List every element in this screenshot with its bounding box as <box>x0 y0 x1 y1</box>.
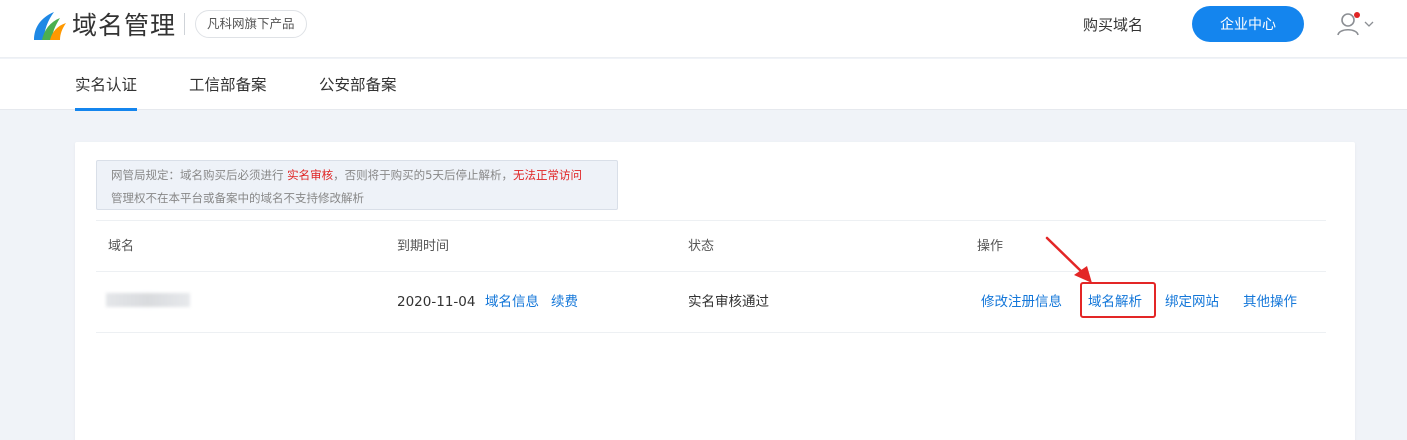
column-header-expiry: 到期时间 <box>397 239 450 254</box>
regulation-notice: 网管局规定：域名购买后必须进行 实名审核，否则将于购买的5天后停止解析，无法正常… <box>96 160 618 210</box>
product-tag: 凡科网旗下产品 <box>195 10 307 38</box>
domain-info-link[interactable]: 域名信息 <box>485 292 539 312</box>
notice-highlight-real-name: 实名审核 <box>287 168 334 182</box>
notification-dot <box>1354 12 1360 18</box>
tab-police-filing[interactable]: 公安部备案 <box>319 74 397 96</box>
notice-highlight-no-access: 无法正常访问 <box>512 168 582 182</box>
bind-website-link[interactable]: 绑定网站 <box>1165 292 1219 312</box>
chevron-down-icon <box>1364 21 1374 27</box>
tab-bar: 实名认证 工信部备案 公安部备案 <box>0 59 1407 111</box>
column-header-domain: 域名 <box>108 239 135 254</box>
brand-title[interactable]: 域名管理 <box>72 10 176 42</box>
domain-name-redacted <box>106 293 190 307</box>
notice-line-2: 管理权不在本平台或备案中的域名不支持修改解析 <box>111 191 364 205</box>
table-top-divider <box>96 220 1326 221</box>
tab-miit-filing[interactable]: 工信部备案 <box>189 74 267 96</box>
brand-divider <box>184 13 185 35</box>
other-actions-link[interactable]: 其他操作 <box>1243 292 1297 312</box>
modify-registration-link[interactable]: 修改注册信息 <box>981 292 1062 312</box>
header-divider <box>96 271 1326 272</box>
row-divider <box>96 332 1326 333</box>
column-header-status: 状态 <box>688 239 715 254</box>
status-text: 实名审核通过 <box>688 294 769 310</box>
enterprise-center-button[interactable]: 企业中心 <box>1192 6 1304 42</box>
buy-domain-link[interactable]: 购买域名 <box>1083 14 1143 36</box>
domain-list-card: 网管局规定：域名购买后必须进行 实名审核，否则将于购买的5天后停止解析，无法正常… <box>75 142 1355 440</box>
column-header-actions: 操作 <box>977 239 1004 254</box>
renew-link[interactable]: 续费 <box>551 292 578 312</box>
dns-link-highlight-box <box>1080 282 1156 318</box>
top-header: 域名管理 凡科网旗下产品 购买域名 企业中心 <box>0 0 1407 58</box>
brand-logo-icon[interactable] <box>32 10 70 42</box>
notice-line-1: 网管局规定：域名购买后必须进行 实名审核，否则将于购买的5天后停止解析，无法正常… <box>111 168 582 182</box>
red-arrow-annotation-icon <box>1045 236 1092 283</box>
user-avatar-icon[interactable] <box>1336 11 1376 37</box>
expiry-date: 2020-11-04 <box>397 294 476 310</box>
tab-real-name[interactable]: 实名认证 <box>75 74 138 111</box>
